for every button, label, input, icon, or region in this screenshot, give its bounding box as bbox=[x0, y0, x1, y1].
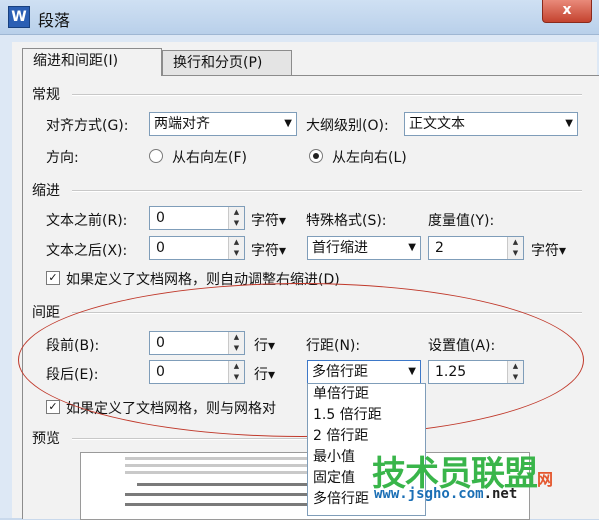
alignment-value: 两端对齐 bbox=[154, 116, 210, 132]
indent-before-spinner[interactable]: 0 ▲ ▼ bbox=[149, 206, 245, 230]
ltr-label: 从左向右(L) bbox=[332, 150, 407, 166]
indent-before-label: 文本之前(R): bbox=[46, 213, 128, 229]
down-arrow-icon[interactable]: ▼ bbox=[229, 248, 244, 259]
special-format-select[interactable]: 首行缩进 ▼ bbox=[307, 236, 421, 260]
down-arrow-icon[interactable]: ▼ bbox=[229, 218, 244, 229]
auto-adjust-indent-checkbox[interactable]: ✓ bbox=[46, 271, 60, 285]
setting-value-spinner[interactable]: 1.25 ▲ ▼ bbox=[428, 360, 524, 384]
indent-after-unit[interactable]: 字符▾ bbox=[251, 240, 286, 260]
indent-after-value: 0 bbox=[156, 240, 165, 256]
space-before-label: 段前(B): bbox=[46, 338, 100, 354]
spinner-buttons[interactable]: ▲ ▼ bbox=[507, 237, 523, 259]
measure-label: 度量值(Y): bbox=[428, 213, 495, 229]
line-spacing-select[interactable]: 多倍行距 ▼ bbox=[307, 360, 421, 384]
space-before-spinner[interactable]: 0 ▲ ▼ bbox=[149, 331, 245, 355]
setting-value: 1.25 bbox=[435, 364, 467, 380]
space-before-unit[interactable]: 行▾ bbox=[254, 335, 275, 355]
close-button[interactable]: x bbox=[542, 0, 592, 23]
up-arrow-icon[interactable]: ▲ bbox=[229, 207, 244, 218]
up-arrow-icon[interactable]: ▲ bbox=[508, 361, 523, 372]
section-general: 常规 bbox=[32, 87, 60, 103]
divider bbox=[72, 190, 582, 192]
spinner-buttons[interactable]: ▲ ▼ bbox=[228, 237, 244, 259]
watermark-tld: .net bbox=[483, 486, 518, 502]
tab-indent-spacing[interactable]: 缩进和间距(I) bbox=[22, 48, 162, 76]
down-arrow-icon[interactable]: ▼ bbox=[508, 372, 523, 383]
outline-level-select[interactable]: 正文文本 ▼ bbox=[404, 112, 578, 136]
setting-value-label: 设置值(A): bbox=[428, 338, 496, 354]
measure-value: 2 bbox=[435, 240, 444, 256]
chevron-down-icon: ▼ bbox=[408, 242, 416, 253]
chevron-down-icon: ▼ bbox=[284, 118, 292, 129]
divider bbox=[72, 438, 307, 440]
chevron-down-icon: ▼ bbox=[565, 118, 573, 129]
indent-before-value: 0 bbox=[156, 210, 165, 226]
down-arrow-icon[interactable]: ▼ bbox=[508, 248, 523, 259]
tab-line-page-breaks[interactable]: 换行和分页(P) bbox=[162, 50, 292, 75]
rtl-label: 从右向左(F) bbox=[172, 150, 247, 166]
alignment-select[interactable]: 两端对齐 ▼ bbox=[149, 112, 297, 136]
line-spacing-label: 行距(N): bbox=[306, 338, 361, 354]
spinner-buttons[interactable]: ▲ ▼ bbox=[228, 332, 244, 354]
section-spacing: 间距 bbox=[32, 305, 60, 321]
special-format-label: 特殊格式(S): bbox=[306, 213, 387, 229]
auto-adjust-indent-label: 如果定义了文档网格，则自动调整右缩进(D) bbox=[66, 272, 340, 288]
line-spacing-option[interactable]: 1.5 倍行距 bbox=[308, 405, 425, 426]
site-watermark: 技术员联盟网 www.jsgho.com.net bbox=[372, 446, 554, 502]
snap-to-grid-label: 如果定义了文档网格，则与网格对 bbox=[66, 401, 276, 417]
paragraph-dialog: W 段落 x 缩进和间距(I) 换行和分页(P) 常规 对齐方式(G): 两端对… bbox=[0, 0, 599, 520]
wps-writer-icon: W bbox=[8, 6, 30, 28]
spinner-buttons[interactable]: ▲ ▼ bbox=[228, 207, 244, 229]
space-after-value: 0 bbox=[156, 364, 165, 380]
measure-spinner[interactable]: 2 ▲ ▼ bbox=[428, 236, 524, 260]
indent-after-spinner[interactable]: 0 ▲ ▼ bbox=[149, 236, 245, 260]
spinner-buttons[interactable]: ▲ ▼ bbox=[228, 361, 244, 383]
down-arrow-icon[interactable]: ▼ bbox=[229, 372, 244, 383]
alignment-label: 对齐方式(G): bbox=[46, 118, 129, 134]
chevron-down-icon: ▼ bbox=[408, 366, 416, 377]
watermark-suffix: 网 bbox=[537, 470, 554, 489]
up-arrow-icon[interactable]: ▲ bbox=[229, 361, 244, 372]
up-arrow-icon[interactable]: ▲ bbox=[229, 237, 244, 248]
spinner-buttons[interactable]: ▲ ▼ bbox=[507, 361, 523, 383]
space-after-spinner[interactable]: 0 ▲ ▼ bbox=[149, 360, 245, 384]
ltr-radio[interactable] bbox=[309, 149, 323, 163]
measure-unit[interactable]: 字符▾ bbox=[531, 240, 566, 260]
outline-level-label: 大纲级别(O): bbox=[306, 118, 389, 134]
title-bar: W 段落 x bbox=[0, 0, 599, 35]
space-before-value: 0 bbox=[156, 335, 165, 351]
space-after-label: 段后(E): bbox=[46, 367, 99, 383]
line-spacing-value: 多倍行距 bbox=[312, 364, 368, 380]
line-spacing-option[interactable]: 单倍行距 bbox=[308, 384, 425, 405]
down-arrow-icon[interactable]: ▼ bbox=[229, 343, 244, 354]
up-arrow-icon[interactable]: ▲ bbox=[508, 237, 523, 248]
snap-to-grid-checkbox[interactable]: ✓ bbox=[46, 400, 60, 414]
direction-label: 方向: bbox=[46, 150, 79, 166]
indent-after-label: 文本之后(X): bbox=[46, 243, 128, 259]
window-title: 段落 bbox=[38, 11, 71, 30]
up-arrow-icon[interactable]: ▲ bbox=[229, 332, 244, 343]
space-after-unit[interactable]: 行▾ bbox=[254, 364, 275, 384]
watermark-url: www.jsgho.com.net bbox=[374, 486, 518, 502]
special-format-value: 首行缩进 bbox=[312, 240, 368, 256]
outline-level-value: 正文文本 bbox=[409, 116, 465, 132]
section-preview: 预览 bbox=[32, 431, 60, 447]
line-spacing-option[interactable]: 2 倍行距 bbox=[308, 426, 425, 447]
divider bbox=[72, 94, 582, 96]
indent-before-unit[interactable]: 字符▾ bbox=[251, 210, 286, 230]
rtl-radio[interactable] bbox=[149, 149, 163, 163]
section-indent: 缩进 bbox=[32, 183, 60, 199]
divider bbox=[72, 312, 582, 314]
